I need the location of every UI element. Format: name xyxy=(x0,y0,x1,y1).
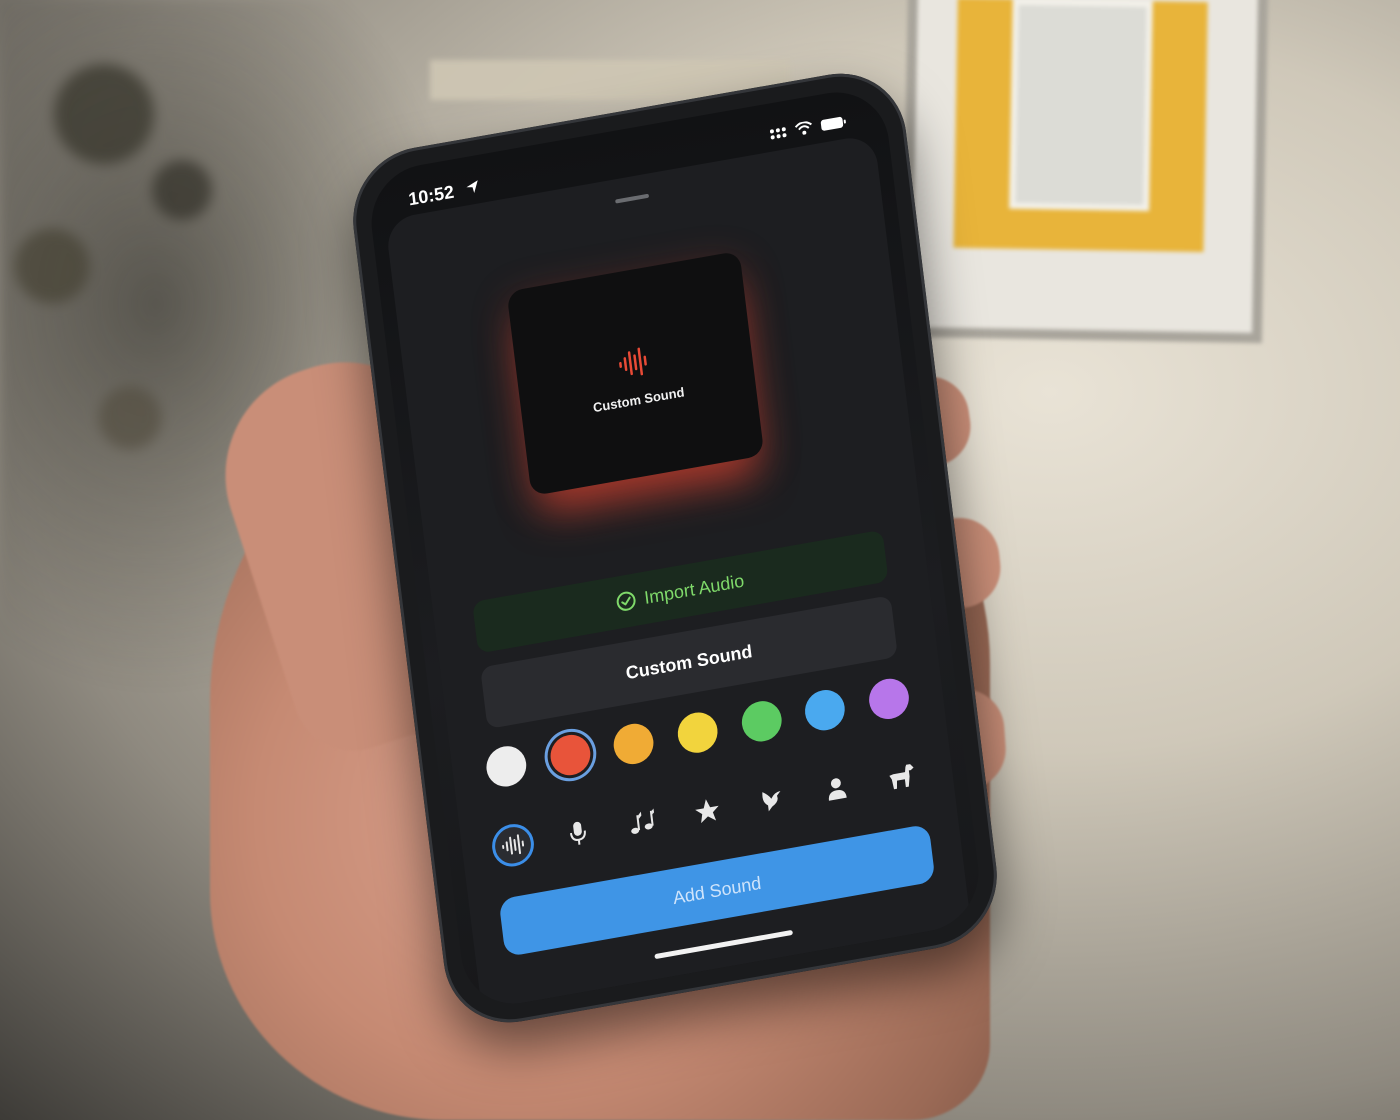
battery-icon xyxy=(820,116,846,131)
icon-option-music-notes[interactable] xyxy=(619,798,666,847)
checkmark-circle-icon xyxy=(617,591,637,611)
frame-artwork-center xyxy=(1009,0,1153,212)
waveform-icon xyxy=(502,834,525,855)
status-icons xyxy=(769,114,848,140)
dog-icon xyxy=(889,764,914,790)
preview-title: Custom Sound xyxy=(592,384,686,416)
background-picture-frame xyxy=(901,0,1269,344)
add-sound-label: Add Sound xyxy=(671,872,763,908)
music-notes-icon xyxy=(631,808,655,834)
icon-option-dog[interactable] xyxy=(878,752,925,801)
person-icon xyxy=(829,778,847,801)
import-audio-label: Import Audio xyxy=(643,570,746,608)
location-arrow-icon xyxy=(466,180,478,193)
add-sound-sheet: Custom Sound Import Audio Custom Sound A… xyxy=(384,133,971,1010)
color-swatch-purple[interactable] xyxy=(866,675,912,723)
color-swatch-yellow[interactable] xyxy=(675,709,720,756)
icon-option-person[interactable] xyxy=(813,764,860,813)
star-icon xyxy=(695,799,719,824)
icon-option-star[interactable] xyxy=(684,787,731,836)
sheet-grabber[interactable] xyxy=(615,193,650,204)
icon-option-microphone[interactable] xyxy=(555,809,602,858)
color-swatch-white[interactable] xyxy=(484,743,529,790)
phone-screen: 10:52 Custom Sound Import Audio Custom S… xyxy=(365,83,985,1013)
sound-preview-card: Custom Sound xyxy=(506,250,765,497)
color-swatch-orange[interactable] xyxy=(611,720,657,768)
bird-icon xyxy=(761,791,781,812)
sound-name-value: Custom Sound xyxy=(624,640,754,683)
color-swatch-red[interactable] xyxy=(547,731,593,779)
cellular-icon xyxy=(769,126,787,139)
microphone-icon xyxy=(569,821,586,845)
icon-option-bird[interactable] xyxy=(749,775,796,824)
wifi-icon xyxy=(794,121,812,135)
frame-artwork xyxy=(953,0,1208,253)
phone: 10:52 Custom Sound Import Audio Custom S… xyxy=(345,62,1005,1034)
waveform-icon xyxy=(619,347,647,376)
color-swatch-green[interactable] xyxy=(739,698,784,745)
home-indicator[interactable] xyxy=(654,929,794,960)
color-swatch-blue[interactable] xyxy=(802,686,848,734)
icon-option-waveform[interactable] xyxy=(489,820,537,870)
status-time: 10:52 xyxy=(407,181,456,210)
